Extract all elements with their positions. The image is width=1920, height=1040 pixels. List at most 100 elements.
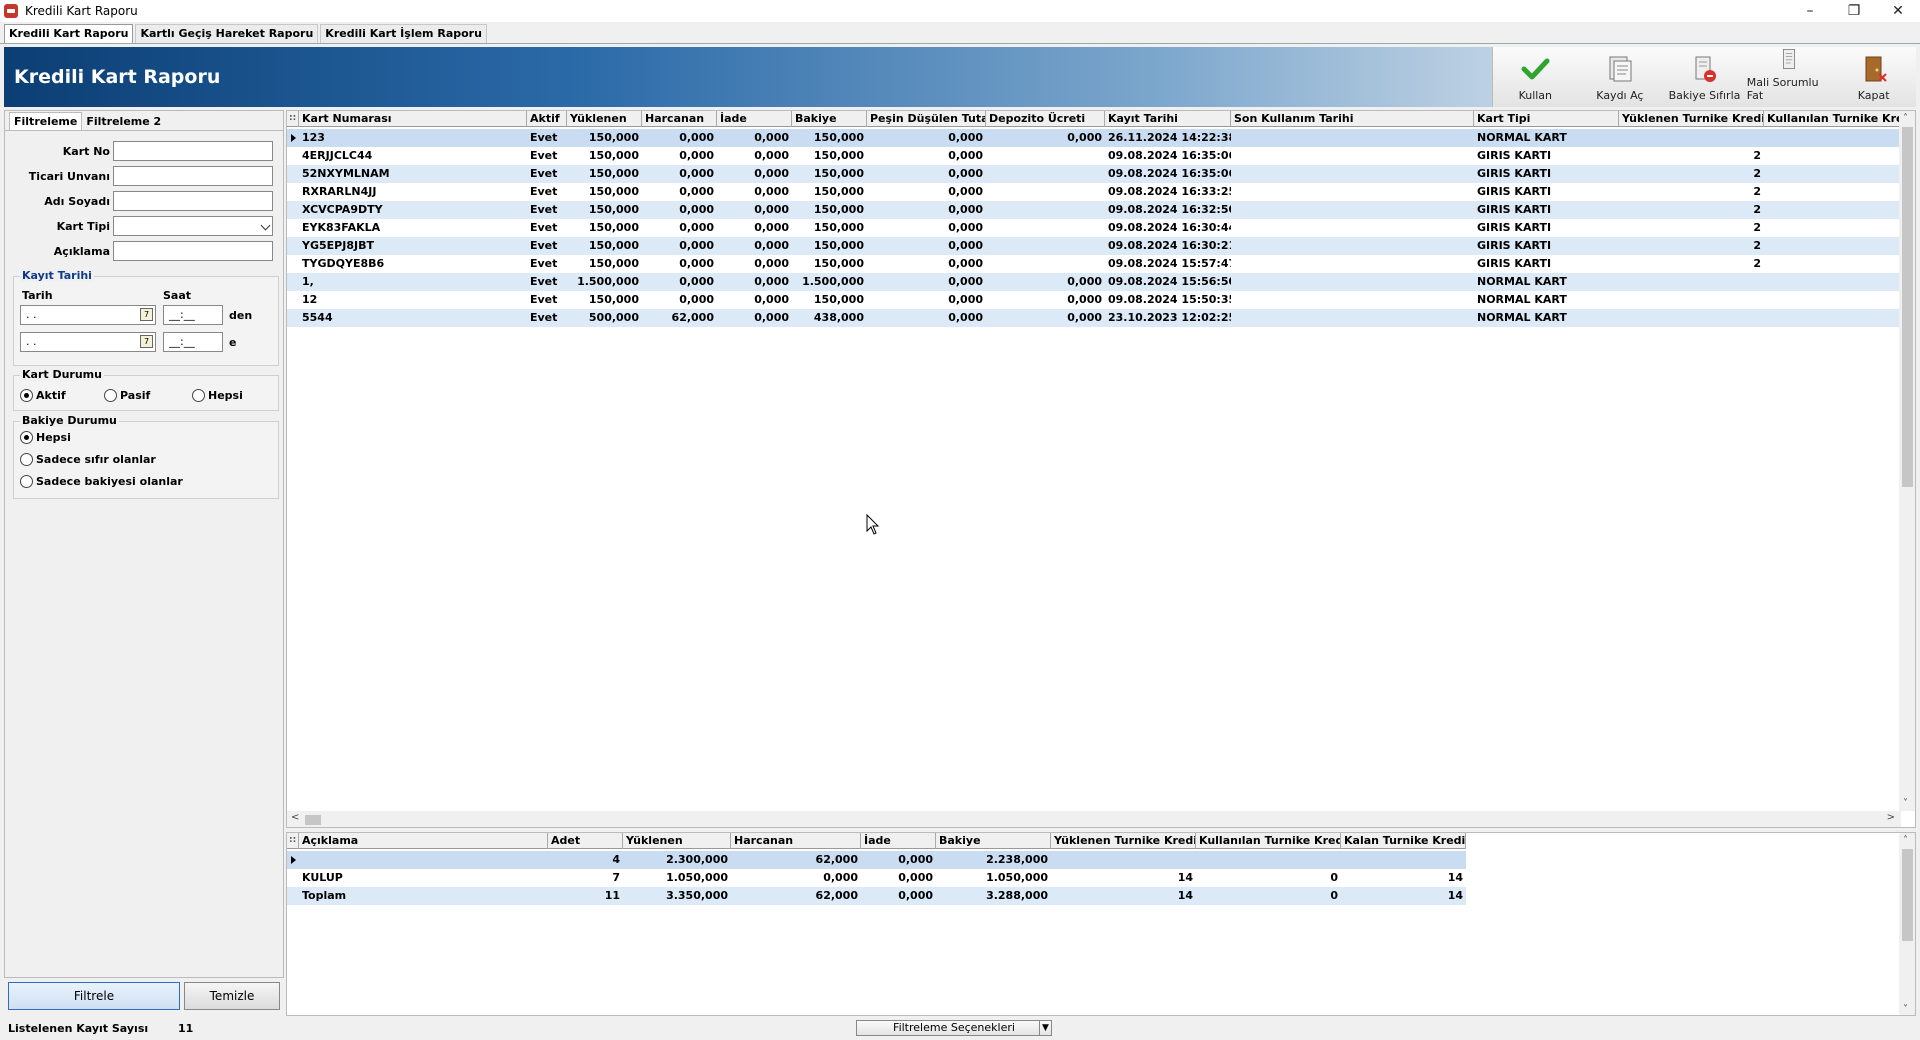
aciklama-input[interactable] [113,241,273,261]
end-time-input[interactable]: __:__ [163,332,223,352]
card-list-grid[interactable]: :: Kart Numarası Aktif Yüklenen Harcanan İade… [286,110,1916,828]
column-header[interactable]: Bakiye [936,833,1051,849]
table-row[interactable]: TYGDQYE8B6 Evet 150,000 0,000 0,000 150,000 0,… [287,255,1915,273]
table-cell: 0,000 [1067,293,1102,306]
table-cell: GIRIS KARTI [1477,185,1552,198]
kaydi-ac-button[interactable]: Kaydı Aç [1578,47,1663,107]
kullan-button[interactable]: Kullan [1493,47,1578,107]
table-cell: 23.10.2023 12:02:25 [1108,311,1231,324]
close-button[interactable]: ✕ [1876,0,1920,22]
filter-options-dropdown[interactable]: Filtreleme Seçenekleri ▼ [856,1020,1052,1036]
column-header[interactable]: İade [717,111,792,127]
mali-sorumlu-fat-button[interactable]: Mali Sorumlu Fat [1747,47,1832,107]
calendar-icon[interactable]: 7 [140,335,153,348]
tab-kredili-kart-islem-raporu[interactable]: Kredili Kart İşlem Raporu [320,24,487,43]
column-header[interactable]: Kullanılan Turnike Kredisi [1196,833,1341,849]
kapat-button[interactable]: Kapat [1831,47,1916,107]
adi-soyadi-input[interactable] [113,191,273,211]
table-cell: NORMAL KART [1477,293,1567,306]
chevron-up-icon[interactable]: ˄ [1903,113,1908,124]
saat-label: Saat [163,289,192,302]
column-header[interactable]: Adet [548,833,623,849]
row-indicator [287,165,299,183]
radio-hepsi[interactable]: Hepsi [192,389,243,402]
kart-tipi-select[interactable] [113,216,273,236]
column-header[interactable]: Yüklenen Turnike Kredisi [1619,111,1764,127]
kart-no-input[interactable] [113,141,273,161]
column-header[interactable]: Depozito Ücreti [986,111,1105,127]
radio-sadece-sifir[interactable]: Sadece sıfır olanlar [20,453,156,466]
chevron-down-icon[interactable]: ˅ [1903,798,1908,809]
column-header[interactable]: Yüklenen [567,111,642,127]
calendar-icon[interactable]: 7 [140,308,153,321]
column-header[interactable]: Kalan Turnike Kredisi [1341,833,1466,849]
chevron-up-icon[interactable]: ˄ [1903,835,1908,846]
table-cell: 2.238,000 [986,853,1048,866]
column-header[interactable]: İade [861,833,936,849]
table-row[interactable]: 4 2.300,000 62,000 0,000 2.238,000 [287,851,1466,869]
minimize-button[interactable]: – [1788,0,1832,22]
table-cell [1764,291,1915,309]
end-date-input[interactable]: . . 7 [20,332,156,352]
column-header[interactable]: Kart Numarası [299,111,527,127]
table-row[interactable]: 123 Evet 150,000 0,000 0,000 150,000 0,000 0,00… [287,129,1915,147]
start-date-input[interactable]: . . 7 [20,305,156,325]
table-row[interactable]: YG5EPJ8JBT Evet 150,000 0,000 0,000 150,000 0,… [287,237,1915,255]
chevron-right-icon[interactable]: > [1887,812,1895,823]
vertical-scrollbar[interactable]: ˄ ˅ [1899,111,1915,811]
radio-bakiye-hepsi[interactable]: Hepsi [20,431,71,444]
vertical-scrollbar[interactable]: ˄ ˅ [1899,833,1915,1015]
tab-kredili-kart-raporu[interactable]: Kredili Kart Raporu [4,24,134,43]
summary-grid[interactable]: :: Açıklama Adet Yüklenen Harcanan İade Bakiye… [286,832,1916,1016]
radio-aktif[interactable]: Aktif [20,389,66,402]
checkmark-icon [1521,58,1550,80]
column-header[interactable]: Kayıt Tarihi [1105,111,1231,127]
horizontal-scrollbar[interactable]: < > [287,811,1901,827]
table-row[interactable]: XCVCPA9DTY Evet 150,000 0,000 0,000 150,000 0,… [287,201,1915,219]
radio-pasif[interactable]: Pasif [104,389,150,402]
scroll-thumb[interactable] [1902,849,1913,941]
radio-sadece-bakiyesi-label: Sadece bakiyesi olanlar [36,475,183,488]
column-header[interactable]: Bakiye [792,111,867,127]
table-cell: XCVCPA9DTY [302,203,383,216]
table-row[interactable]: Toplam 11 3.350,000 62,000 0,000 3.288,000 14 0… [287,887,1466,905]
column-header[interactable]: Yüklenen [623,833,731,849]
ticari-unvani-input[interactable] [113,166,273,186]
bakiye-sifirla-button[interactable]: Bakiye Sıfırla [1662,47,1747,107]
table-row[interactable]: KULUP 7 1.050,000 0,000 0,000 1.050,000 14 0 14 [287,869,1466,887]
column-header[interactable]: Harcanan [731,833,861,849]
column-header[interactable]: Peşin Düşülen Tutar [867,111,986,127]
chevron-down-icon[interactable]: ˅ [1903,1004,1908,1015]
tab-filtreleme[interactable]: Filtreleme [9,112,83,130]
row-indicator [287,183,299,201]
table-row[interactable]: 5544 Evet 500,000 62,000 0,000 438,000 0,000 0,… [287,309,1915,327]
table-cell [1231,219,1474,237]
column-header[interactable]: Son Kullanım Tarihi [1231,111,1474,127]
table-row[interactable]: 52NXYMLNAM Evet 150,000 0,000 0,000 150,000 0,… [287,165,1915,183]
chevron-left-icon[interactable]: < [291,812,299,823]
column-header[interactable]: Kullanılan Turnike Kredisi [1764,111,1915,127]
restore-button[interactable]: ❐ [1832,0,1876,22]
table-cell: 3.350,000 [666,889,728,902]
table-row[interactable]: 4ERJJCLC44 Evet 150,000 0,000 0,000 150,000 0,… [287,147,1915,165]
column-header[interactable]: Aktif [527,111,567,127]
table-cell: 150,000 [588,203,639,216]
table-row[interactable]: 12 Evet 150,000 0,000 0,000 150,000 0,000 0,000… [287,291,1915,309]
radio-sadece-bakiyesi[interactable]: Sadece bakiyesi olanlar [20,475,183,488]
scroll-thumb[interactable] [1902,127,1913,487]
tab-filtreleme-2[interactable]: Filtreleme 2 [82,113,165,130]
table-cell: 0,000 [754,185,789,198]
filtrele-button[interactable]: Filtrele [8,982,180,1010]
row-indicator [287,129,299,147]
table-row[interactable]: RXRARLN4JJ Evet 150,000 0,000 0,000 150,000 0,… [287,183,1915,201]
column-header[interactable]: Açıklama [299,833,548,849]
table-row[interactable]: 1, Evet 1.500,000 0,000 0,000 1.500,000 0,000 0… [287,273,1915,291]
table-row[interactable]: EYK83FAKLA Evet 150,000 0,000 0,000 150,000 0,… [287,219,1915,237]
temizle-button[interactable]: Temizle [184,982,280,1010]
start-time-input[interactable]: __:__ [163,305,223,325]
column-header[interactable]: Harcanan [642,111,717,127]
scroll-thumb[interactable] [305,815,321,825]
column-header[interactable]: Yüklenen Turnike Kredisi [1051,833,1196,849]
column-header[interactable]: Kart Tipi [1474,111,1619,127]
tab-kartli-gecis-hareket-raporu[interactable]: Kartlı Geçiş Hareket Raporu [135,24,319,43]
